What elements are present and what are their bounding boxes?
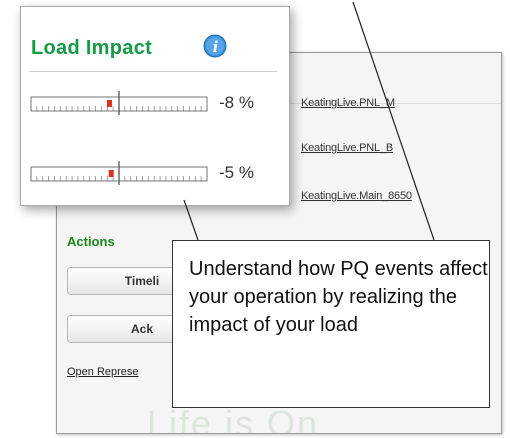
load-impact-popup: Load Impact i -8 % -5 % [20,6,290,206]
load-gauge-1-value: -8 % [219,93,254,112]
load-gauge-2-value: -5 % [219,163,254,182]
acknowledge-button-label: Ack [130,322,153,336]
load-gauge-2 [30,161,208,185]
load-impact-title: Load Impact [31,37,153,59]
actions-heading: Actions [67,234,115,249]
timeline-button-label: Timeli [124,274,160,288]
gauge-marker [108,170,114,177]
gauge-marker [106,100,112,107]
gauge-track [30,161,208,185]
device-link-pnl-m[interactable]: KeatingLive.PNL_M [301,97,395,109]
open-representation-link[interactable]: Open Represe [67,366,139,378]
callout-box: Understand how PQ events affect your ope… [172,240,490,408]
info-icon[interactable]: i [203,34,227,58]
svg-text:i: i [213,38,219,56]
popup-divider [29,71,277,72]
load-gauge-1 [30,91,208,115]
gauge-track [30,91,208,115]
device-link-pnl-b[interactable]: KeatingLive.PNL_B [301,142,393,154]
device-link-main-8650[interactable]: KeatingLive.Main_8650 [301,190,412,202]
callout-text: Understand how PQ events affect your ope… [189,258,488,336]
